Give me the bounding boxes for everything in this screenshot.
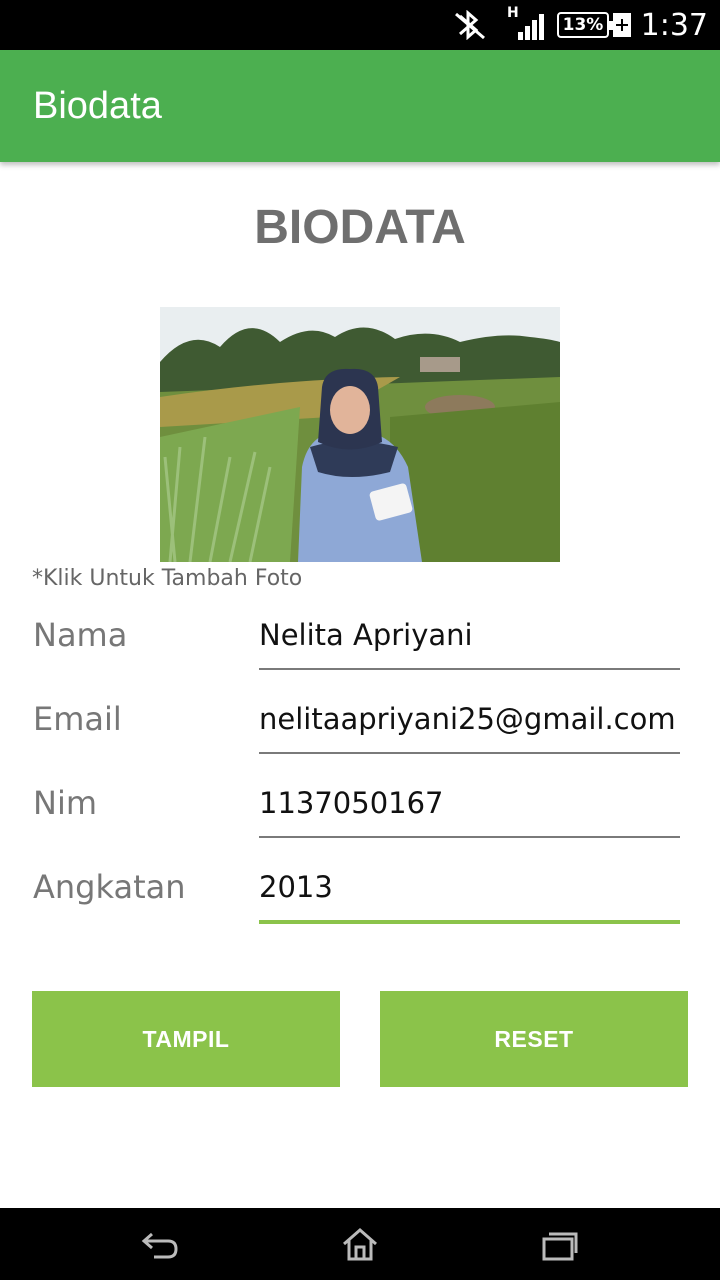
nim-input[interactable]: 1137050167	[259, 786, 444, 820]
nama-field[interactable]: Nelita Apriyani	[259, 618, 680, 670]
angkatan-input[interactable]: 2013	[259, 870, 333, 904]
navigation-bar	[0, 1208, 720, 1280]
page-heading: BIODATA	[254, 201, 466, 254]
status-bar: H 13% 1:37	[0, 0, 720, 50]
nim-field[interactable]: 1137050167	[259, 786, 680, 838]
reset-button[interactable]: RESET	[380, 991, 688, 1087]
charging-icon	[613, 13, 631, 37]
recent-apps-icon[interactable]	[540, 1226, 580, 1262]
app-bar: Biodata	[0, 50, 720, 162]
form-row-email: Email nelitaapriyani25@gmail.com	[0, 700, 720, 760]
form-row-angkatan: Angkatan 2013	[0, 868, 720, 928]
form-row-nim: Nim 1137050167	[0, 784, 720, 844]
battery-icon: 13%	[557, 12, 613, 38]
signal-icon	[518, 14, 544, 40]
back-icon[interactable]	[140, 1226, 180, 1262]
email-input[interactable]: nelitaapriyani25@gmail.com	[259, 702, 676, 736]
home-icon[interactable]	[340, 1226, 380, 1262]
add-photo-hint: *Klik Untuk Tambah Foto	[32, 566, 303, 591]
profile-photo[interactable]	[160, 307, 560, 562]
nim-label: Nim	[33, 784, 97, 822]
email-label: Email	[33, 700, 122, 738]
email-field[interactable]: nelitaapriyani25@gmail.com	[259, 702, 680, 754]
tampil-button[interactable]: TAMPIL	[32, 991, 340, 1087]
angkatan-field[interactable]: 2013	[259, 870, 680, 924]
app-title: Biodata	[33, 85, 162, 127]
battery-level: 13%	[562, 15, 604, 35]
nama-input[interactable]: Nelita Apriyani	[259, 618, 473, 652]
angkatan-label: Angkatan	[33, 868, 186, 906]
bluetooth-off-icon	[455, 10, 485, 40]
clock: 1:37	[640, 7, 708, 43]
nama-label: Nama	[33, 616, 128, 654]
form-row-nama: Nama Nelita Apriyani	[0, 616, 720, 676]
